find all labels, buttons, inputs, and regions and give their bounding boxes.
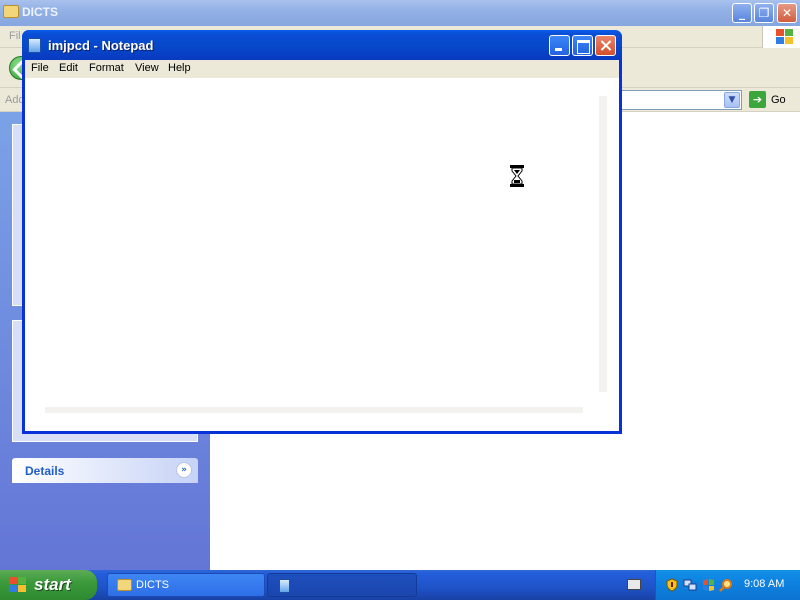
folder-icon xyxy=(117,579,132,591)
go-arrow-icon: ➔ xyxy=(749,91,766,108)
go-label: Go xyxy=(771,94,786,106)
start-label: start xyxy=(34,575,71,594)
menu-help[interactable]: Help xyxy=(168,62,191,74)
explorer-close-button[interactable]: ✕ xyxy=(777,3,797,23)
address-input[interactable]: ▼ xyxy=(618,90,742,110)
go-button[interactable]: ➔ Go xyxy=(748,91,796,109)
network-icon[interactable] xyxy=(683,578,697,592)
chevron-down-icon[interactable]: ▼ xyxy=(724,92,740,108)
explorer-restore-button[interactable]: ❐ xyxy=(754,3,774,23)
folder-icon xyxy=(3,5,19,18)
taskbar-item-notepad[interactable] xyxy=(267,573,417,597)
windows-logo-icon xyxy=(762,26,800,48)
system-tray: 9:08 AM xyxy=(655,570,800,600)
notepad-maximize-button[interactable] xyxy=(572,35,593,56)
vertical-scrollbar[interactable] xyxy=(599,96,607,392)
taskbar-item-dicts[interactable]: DICTS xyxy=(107,573,265,597)
security-shield-icon[interactable] xyxy=(665,578,679,592)
notepad-icon xyxy=(28,38,41,53)
windows-logo-icon xyxy=(9,577,27,593)
notepad-client xyxy=(25,78,619,431)
explorer-titlebar[interactable]: DICTS _ ❐ ✕ xyxy=(0,0,800,26)
menu-edit[interactable]: Edit xyxy=(59,62,78,74)
search-icon[interactable] xyxy=(719,578,733,592)
notepad-menubar: File Edit Format View Help xyxy=(25,60,619,78)
taskbar-item-label: DICTS xyxy=(136,579,169,591)
explorer-minimize-button[interactable]: _ xyxy=(732,3,752,23)
notepad-window: imjpcd - Notepad File Edit Format View H… xyxy=(22,30,622,434)
keyboard-icon[interactable] xyxy=(627,579,641,590)
notepad-titlebar[interactable]: imjpcd - Notepad xyxy=(22,30,622,60)
menu-file[interactable]: File xyxy=(31,62,49,74)
notepad-close-button[interactable] xyxy=(595,35,616,56)
windows-update-icon[interactable] xyxy=(701,578,715,592)
details-panel-header[interactable]: Details » xyxy=(12,458,198,483)
horizontal-scrollbar[interactable] xyxy=(45,407,583,413)
hourglass-cursor-icon xyxy=(510,165,524,187)
notepad-text-area[interactable] xyxy=(25,78,619,431)
expand-chevron-icon[interactable]: » xyxy=(176,462,192,478)
notepad-title: imjpcd - Notepad xyxy=(48,38,154,53)
menu-format[interactable]: Format xyxy=(89,62,124,74)
menu-view[interactable]: View xyxy=(135,62,159,74)
notepad-icon xyxy=(279,579,290,593)
details-label: Details xyxy=(25,464,65,478)
start-button[interactable]: start xyxy=(0,570,97,600)
explorer-title: DICTS xyxy=(22,5,58,19)
clock[interactable]: 9:08 AM xyxy=(744,578,784,590)
explorer-menu-file[interactable]: Fil xyxy=(9,30,21,42)
notepad-minimize-button[interactable] xyxy=(549,35,570,56)
